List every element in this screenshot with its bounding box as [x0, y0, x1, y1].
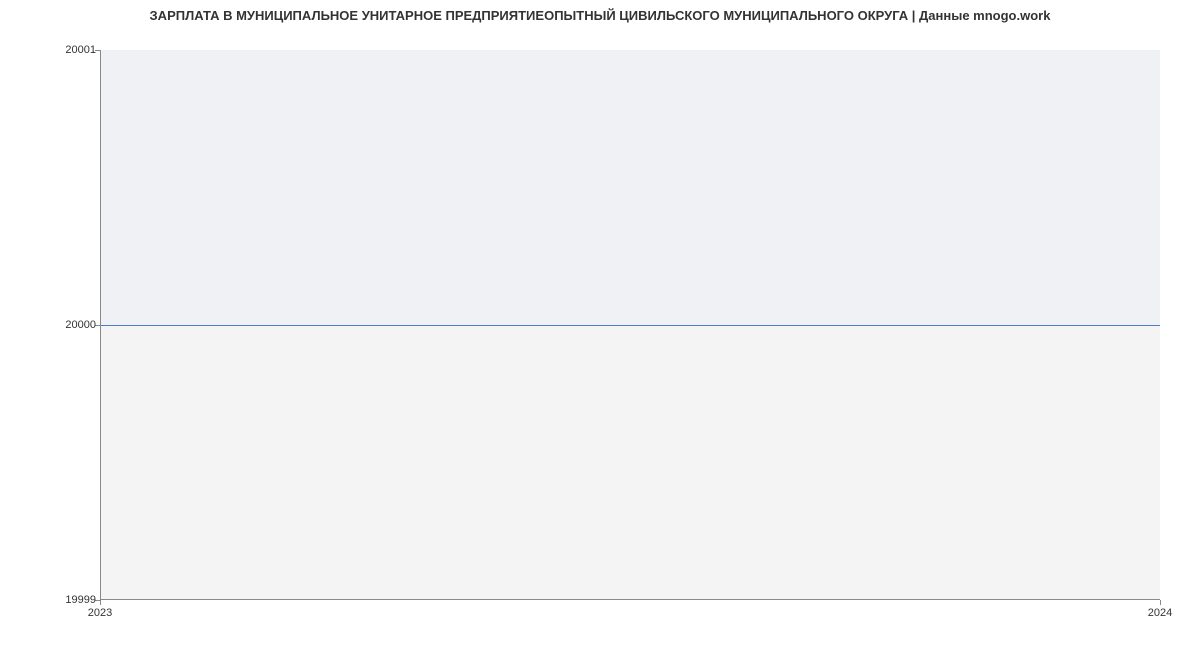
- area-fill: [101, 50, 1160, 325]
- y-tick-label: 20000: [65, 319, 96, 331]
- x-tick-label: 2024: [1148, 607, 1172, 619]
- line-series: [101, 325, 1160, 326]
- chart-container: ЗАРПЛАТА В МУНИЦИПАЛЬНОЕ УНИТАРНОЕ ПРЕДП…: [0, 0, 1200, 650]
- y-tick-label: 20001: [65, 44, 96, 56]
- x-tick-mark: [1160, 600, 1161, 605]
- plot-area: [100, 50, 1160, 600]
- x-tick-label: 2023: [88, 607, 112, 619]
- x-tick-mark: [100, 600, 101, 605]
- chart-title: ЗАРПЛАТА В МУНИЦИПАЛЬНОЕ УНИТАРНОЕ ПРЕДП…: [0, 8, 1200, 23]
- y-tick-label: 19999: [65, 594, 96, 606]
